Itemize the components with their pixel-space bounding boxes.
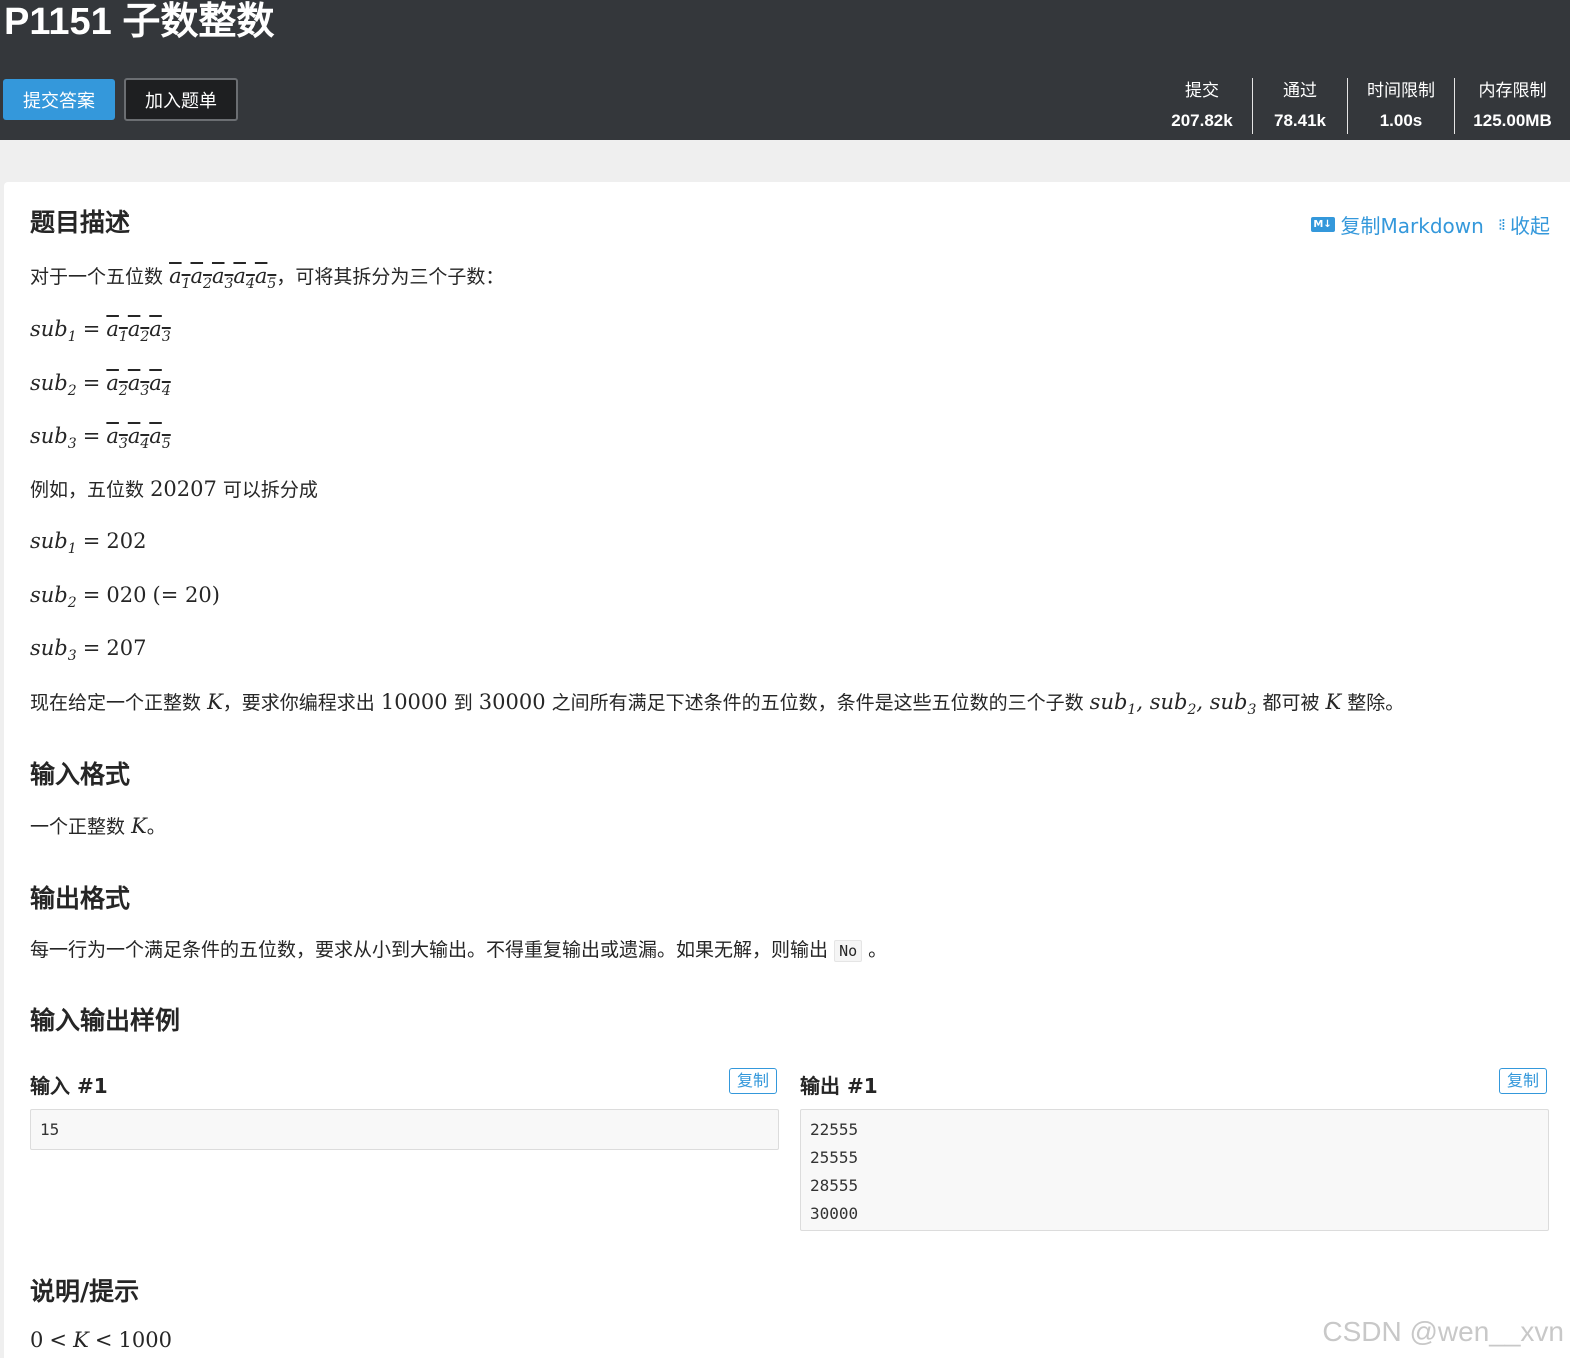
example-sub3: sub3 = 207	[30, 636, 147, 665]
collapse-label: 收起	[1510, 214, 1550, 238]
sample-input-label: 输入 #1	[30, 1074, 108, 1098]
page-title: P1151 子数整数	[4, 1, 275, 43]
sample-output-line: 28555	[810, 1176, 859, 1195]
stat-value: 78.41k	[1274, 111, 1326, 130]
input-format-title: 输入格式	[30, 760, 131, 789]
output-format-title: 输出格式	[30, 884, 131, 913]
stat-label: 内存限制	[1478, 81, 1547, 101]
example-suffix: 可以拆分成	[222, 479, 318, 501]
input-format-text: 一个正整数 K。	[30, 814, 166, 838]
copy-markdown-link[interactable]: M↓ 复制Markdown	[1310, 210, 1484, 239]
example-sub1: sub1 = 202	[30, 529, 147, 558]
problem-toolbar: M↓ 复制Markdown ⁝⁞ 收起	[1310, 210, 1550, 239]
sample-input-box[interactable]: 15	[30, 1109, 779, 1150]
stat-submissions: 提交 207.82k	[1152, 78, 1252, 134]
sample-output-line: 22555	[810, 1120, 859, 1139]
watermark: CSDN @wen__xvn	[1322, 1316, 1564, 1347]
sub1-definition: sub1 = a1a2a3	[30, 317, 171, 346]
markdown-icon: M↓	[1310, 217, 1335, 232]
hint-title: 说明/提示	[30, 1277, 140, 1306]
five-digit-formula: a1a2a3a4a5	[169, 264, 277, 293]
sub3-definition: sub3 = a3a4a5	[30, 424, 171, 453]
intro-suffix: ，可将其拆分为三个子数：	[276, 266, 505, 288]
stat-value: 207.82k	[1171, 111, 1233, 130]
task-statement: 现在给定一个正整数 K，要求你编程求出 10000 到 30000 之间所有满足…	[30, 690, 1405, 719]
problem-card: M↓ 复制Markdown ⁝⁞ 收起 题目描述 对于一个五位数 a1a2a3a…	[4, 182, 1570, 1358]
example-sub2: sub2 = 020 (= 20)	[30, 583, 220, 612]
collapse-icon: ⁝⁞	[1497, 215, 1506, 234]
stat-label: 时间限制	[1367, 81, 1435, 101]
samples-title: 输入输出样例	[30, 1006, 181, 1035]
stat-memory-limit: 内存限制 125.00MB	[1454, 78, 1570, 134]
sample-output-label: 输出 #1	[800, 1074, 878, 1098]
inline-code-no: No	[834, 940, 863, 962]
submit-answer-button[interactable]: 提交答案	[3, 79, 115, 120]
description-intro: 对于一个五位数 a1a2a3a4a5，可将其拆分为三个子数：	[30, 262, 504, 298]
sample-output-line: 25555	[810, 1148, 859, 1167]
sample-output-box[interactable]: 22555 25555 28555 30000	[800, 1109, 1549, 1231]
example-sentence: 例如，五位数 20207 可以拆分成	[30, 475, 318, 504]
sub2-definition: sub2 = a2a3a4	[30, 371, 171, 400]
add-to-list-button[interactable]: 加入题单	[124, 78, 238, 121]
example-prefix: 例如，五位数	[30, 479, 145, 501]
copy-input-button[interactable]: 复制	[729, 1068, 778, 1094]
stat-accepted: 通过 78.41k	[1252, 78, 1347, 134]
stat-time-limit: 时间限制 1.00s	[1347, 78, 1454, 134]
hint-constraint: 0 < K < 1000	[30, 1328, 172, 1352]
problem-header: P1151 子数整数 提交答案 加入题单 提交 207.82k 通过 78.41…	[0, 0, 1570, 140]
description-title: 题目描述	[30, 208, 131, 237]
sample-output-line: 30000	[810, 1204, 859, 1223]
example-number: 20207	[150, 477, 217, 501]
problem-stats: 提交 207.82k 通过 78.41k 时间限制 1.00s 内存限制 125…	[1152, 78, 1570, 134]
copy-markdown-label: 复制Markdown	[1340, 214, 1484, 238]
stat-label: 通过	[1283, 81, 1317, 101]
stat-value: 1.00s	[1379, 111, 1423, 130]
stat-label: 提交	[1185, 81, 1219, 101]
output-format-text: 每一行为一个满足条件的五位数，要求从小到大输出。不得重复输出或遗漏。如果无解，则…	[30, 939, 888, 962]
sample-input-line: 15	[40, 1120, 60, 1139]
copy-output-button[interactable]: 复制	[1499, 1068, 1548, 1094]
collapse-link[interactable]: ⁝⁞ 收起	[1498, 210, 1550, 239]
intro-prefix: 对于一个五位数	[30, 266, 164, 288]
stat-value: 125.00MB	[1473, 111, 1552, 130]
